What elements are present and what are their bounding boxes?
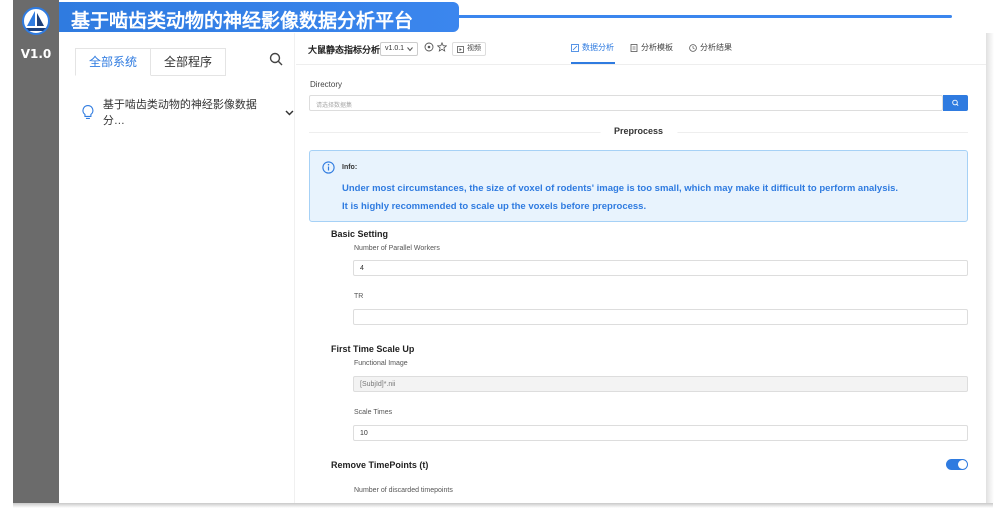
discarded-timepoints-label: Number of discarded timepoints <box>354 487 453 494</box>
tab-data-analysis[interactable]: 数据分析 <box>571 42 614 53</box>
template-icon <box>630 43 638 52</box>
scale-times-label: Scale Times <box>354 409 393 416</box>
app-name: 大鼠静态指标分析 <box>308 45 381 55</box>
directory-input[interactable]: 请选择数据集 <box>309 95 943 111</box>
directory-label: Directory <box>310 80 343 89</box>
basic-setting-title: Basic Setting <box>331 229 389 239</box>
sailboat-logo-icon <box>22 7 50 35</box>
alert-label: Info: <box>342 164 358 171</box>
help-icon[interactable] <box>424 42 434 52</box>
banner-divider <box>455 15 952 18</box>
chevron-down-icon <box>407 47 413 52</box>
sidebar-tabs: 全部系统 全部程序 <box>75 48 227 76</box>
tab-analysis-results-label: 分析结果 <box>700 43 732 52</box>
panel-shadow-right <box>986 33 994 503</box>
version-value: v1.0.1 <box>385 45 405 52</box>
video-icon <box>457 45 464 53</box>
scale-times-input[interactable]: 10 <box>353 425 968 441</box>
star-icon[interactable] <box>437 42 447 52</box>
functional-image-label: Functional Image <box>354 360 408 367</box>
tree-item-rodent-platform[interactable]: 基于啮齿类动物的神经影像数据分… <box>81 96 294 128</box>
chevron-down-icon[interactable] <box>285 108 294 117</box>
platform-title: 基于啮齿类动物的神经影像数据分析平台 <box>71 10 414 32</box>
tab-all-systems[interactable]: 全部系统 <box>75 48 152 76</box>
clock-icon <box>689 43 697 52</box>
title-banner: 基于啮齿类动物的神经影像数据分析平台 <box>59 2 459 32</box>
version-select[interactable]: v1.0.1 <box>380 42 419 56</box>
workers-input[interactable]: 4 <box>353 260 968 276</box>
directory-search-button[interactable] <box>943 95 968 111</box>
version-badge: V1.0 <box>20 47 52 61</box>
tab-analysis-template-label: 分析模板 <box>641 43 673 52</box>
functional-image-input: [SubjId]*.nii <box>353 376 968 392</box>
preprocess-divider: Preprocess <box>309 126 968 138</box>
preprocess-title: Preprocess <box>599 126 678 136</box>
active-tab-indicator <box>571 62 615 64</box>
remove-timepoints-toggle[interactable] <box>946 459 968 470</box>
tab-analysis-results[interactable]: 分析结果 <box>689 42 732 53</box>
left-rail: V1.0 <box>13 0 59 503</box>
sidebar: 全部系统 全部程序 基于啮齿类动物的神经影像数据分… <box>59 33 295 503</box>
workers-label: Number of Parallel Workers <box>354 245 440 252</box>
video-button[interactable]: 视频 <box>452 42 486 56</box>
main-content: Directory 请选择数据集 Preprocess Info: Under … <box>296 66 986 503</box>
remove-timepoints-title: Remove TimePoints (t) <box>331 460 429 470</box>
lightbulb-icon <box>82 105 94 119</box>
tab-all-programs[interactable]: 全部程序 <box>151 48 227 76</box>
tree-item-label: 基于啮齿类动物的神经影像数据分… <box>102 99 257 127</box>
tab-analysis-template[interactable]: 分析模板 <box>630 42 673 53</box>
info-icon <box>322 161 335 174</box>
info-alert: Info: Under most circumstances, the size… <box>309 150 968 222</box>
alert-line-1: Under most circumstances, the size of vo… <box>342 183 899 194</box>
edit-icon <box>571 43 579 52</box>
search-icon <box>952 99 959 107</box>
scale-up-title: First Time Scale Up <box>331 344 415 354</box>
alert-line-2: It is highly recommended to scale up the… <box>342 201 647 212</box>
content-header: 大鼠静态指标分析 v1.0.1 视频 数据分析 分析模板 分析结果 <box>296 33 986 65</box>
search-icon[interactable] <box>269 52 283 66</box>
tr-label: TR <box>354 293 364 300</box>
tab-data-analysis-label: 数据分析 <box>582 43 614 52</box>
video-label: 视频 <box>467 45 481 52</box>
tr-input[interactable] <box>353 309 968 325</box>
panel-shadow-bottom <box>13 503 993 508</box>
